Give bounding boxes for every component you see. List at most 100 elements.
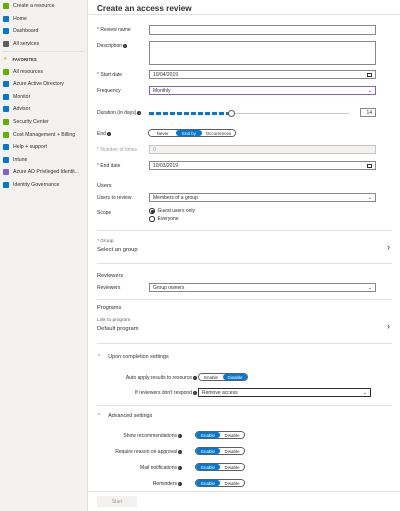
- scope-option-guest[interactable]: Guest users only: [149, 208, 195, 214]
- sidebar-item-label: Advisor: [13, 106, 31, 113]
- disable-option[interactable]: Disable: [220, 464, 244, 470]
- group-value: Select an group: [97, 247, 138, 253]
- chevron-down-icon: ⌄: [367, 194, 372, 201]
- end-date-label: * End date: [97, 163, 121, 169]
- sidebar-item-label: All services: [13, 41, 40, 48]
- num-times-input[interactable]: 0: [149, 145, 376, 154]
- enable-option[interactable]: Enable: [199, 374, 223, 380]
- require-reason-label: Require reason on approval i: [115, 449, 182, 455]
- sidebar-item-label: Monitor: [13, 93, 31, 100]
- slider-tick: [191, 112, 196, 115]
- slider-thumb[interactable]: [228, 110, 235, 117]
- disable-option[interactable]: Disable: [223, 374, 247, 380]
- users-to-review-select[interactable]: Members of a group ⌄: [149, 193, 376, 202]
- sidebar-item-label: Identity Governance: [13, 182, 60, 189]
- mail-notifications-toggle[interactable]: Enable Disable: [195, 463, 245, 471]
- start-button[interactable]: Start: [97, 496, 137, 507]
- users-heading: Users: [97, 183, 112, 189]
- advanced-settings-toggle[interactable]: ⌃ Advanced settings: [97, 413, 152, 419]
- sidebar-item-monitor[interactable]: Monitor: [0, 91, 87, 104]
- divider: [97, 263, 392, 264]
- sidebar-item-intune[interactable]: Intune: [0, 154, 87, 167]
- disable-option[interactable]: Disable: [220, 448, 244, 454]
- group-label: * Group: [97, 239, 114, 244]
- end-segmented-control[interactable]: Never End by Occurrences: [148, 129, 236, 137]
- group-picker[interactable]: * Group Select an group ›: [97, 239, 392, 259]
- require-reason-toggle[interactable]: Enable Disable: [195, 447, 245, 455]
- reviewers-select[interactable]: Group owners ⌄: [149, 283, 376, 292]
- sidebar-item-help-support[interactable]: Help + support: [0, 141, 87, 154]
- title-divider: [89, 14, 400, 15]
- auto-apply-toggle[interactable]: Enable Disable: [198, 373, 248, 381]
- sidebar-item-azure-ad-privileged-identit[interactable]: Azure AD Privileged Identit...: [0, 166, 87, 179]
- info-icon: i: [178, 449, 182, 454]
- info-icon: i: [123, 43, 128, 48]
- duration-slider[interactable]: [149, 110, 349, 117]
- divider: [97, 343, 392, 344]
- sidebar-item-label: Dashboard: [13, 28, 39, 35]
- footer-divider: [89, 491, 400, 492]
- sidebar-item-cost-management-billing[interactable]: Cost Management + Billing: [0, 128, 87, 141]
- end-option-never[interactable]: Never: [149, 130, 177, 136]
- sidebar-item-label: Cost Management + Billing: [13, 131, 76, 138]
- no-respond-select[interactable]: Remove access ⌄: [198, 388, 371, 397]
- slider-tick: [163, 112, 168, 115]
- enable-option[interactable]: Enable: [196, 464, 220, 470]
- slider-tick: [184, 112, 189, 115]
- end-option-occurrences[interactable]: Occurrences: [201, 130, 235, 136]
- sidebar-item-all-resources[interactable]: All resources: [0, 65, 87, 78]
- end-option-end-by[interactable]: End by: [176, 130, 202, 136]
- disable-option[interactable]: Disable: [220, 480, 244, 486]
- portal-sidebar: Create a resource Home Dashboard All servic…: [0, 0, 88, 511]
- pim-icon: [3, 169, 9, 176]
- frequency-value: Monthly: [153, 87, 171, 94]
- chevron-up-icon: ⌃: [97, 354, 102, 360]
- divider: [97, 230, 392, 231]
- sidebar-item-label: Create a resource: [13, 3, 55, 10]
- radio-unchecked-icon: [149, 216, 155, 222]
- users-to-review-label: Users to review: [97, 195, 132, 201]
- frequency-select[interactable]: Monthly ⌄: [149, 86, 376, 95]
- sidebar-item-label: Home: [13, 15, 27, 22]
- help-icon: [3, 144, 9, 151]
- sidebar-item-advisor[interactable]: Advisor: [0, 103, 87, 116]
- calendar-icon[interactable]: [367, 72, 372, 77]
- sidebar-item-label: Azure AD Privileged Identit...: [13, 169, 80, 176]
- info-icon: i: [178, 433, 182, 438]
- disable-option[interactable]: Disable: [220, 432, 244, 438]
- enable-option[interactable]: Enable: [196, 432, 220, 438]
- intune-icon: [3, 156, 9, 163]
- scope-option-everyone[interactable]: Everyone: [149, 216, 179, 222]
- divider: [97, 299, 392, 300]
- slider-tick: [205, 112, 210, 115]
- sidebar-item-all-services[interactable]: All services: [0, 38, 87, 51]
- home-icon: [3, 15, 9, 22]
- sidebar-item-label: Intune: [13, 156, 28, 163]
- sidebar-item-security-center[interactable]: Security Center: [0, 116, 87, 129]
- chevron-right-icon: ›: [387, 242, 390, 252]
- calendar-icon[interactable]: [367, 163, 372, 168]
- sidebar-item-azure-active-directory[interactable]: Azure Active Directory: [0, 78, 87, 91]
- plus-icon: [3, 3, 9, 10]
- governance-icon: [3, 182, 9, 189]
- completion-settings-toggle[interactable]: ⌃ Upon completion settings: [97, 354, 169, 360]
- review-name-input[interactable]: [149, 25, 376, 35]
- description-textarea[interactable]: [149, 41, 376, 65]
- sidebar-item-create-a-resource[interactable]: Create a resource: [0, 0, 87, 13]
- start-date-field[interactable]: 10/04/2019: [149, 70, 376, 79]
- enable-option[interactable]: Enable: [196, 480, 220, 486]
- page-title: Create an access review: [97, 4, 192, 13]
- enable-option[interactable]: Enable: [196, 448, 220, 454]
- aad-icon: [3, 81, 9, 88]
- sidebar-item-home[interactable]: Home: [0, 13, 87, 26]
- sidebar-item-dashboard[interactable]: Dashboard: [0, 25, 87, 38]
- end-date-field[interactable]: 10/03/2019: [149, 161, 376, 170]
- duration-input[interactable]: 14: [360, 108, 376, 117]
- duration-value: 14: [366, 109, 372, 116]
- program-picker[interactable]: Link to program Default program ›: [97, 318, 392, 338]
- show-recommendations-toggle[interactable]: Enable Disable: [195, 431, 245, 439]
- sidebar-item-identity-governance[interactable]: Identity Governance: [0, 179, 87, 192]
- chevron-down-icon: ⌄: [362, 389, 367, 396]
- reminders-toggle[interactable]: Enable Disable: [195, 479, 245, 487]
- monitor-icon: [3, 93, 9, 100]
